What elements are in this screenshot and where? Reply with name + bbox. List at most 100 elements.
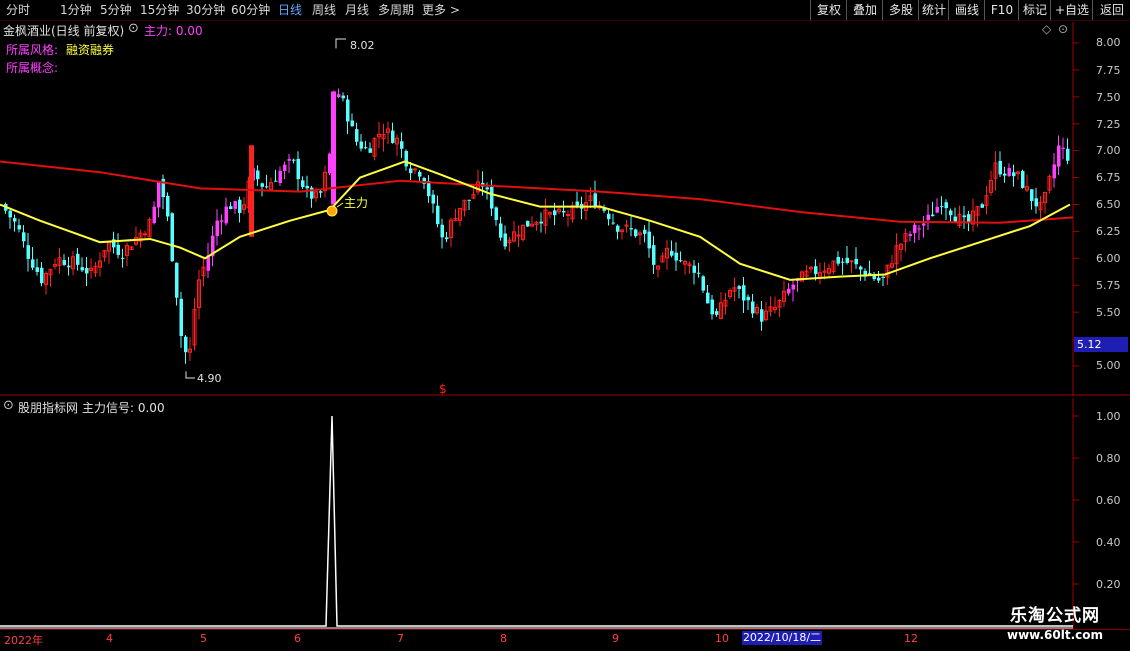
candle-body — [391, 130, 395, 143]
period-tab-fenshi[interactable]: 分时 — [6, 2, 30, 18]
multi-stock-button[interactable]: 多股 — [882, 0, 919, 20]
candle-body — [701, 276, 705, 291]
candle-body — [359, 141, 363, 149]
candle-body — [67, 265, 71, 268]
candle-body — [166, 195, 170, 217]
candle-body — [256, 170, 260, 180]
period-tab-weekly[interactable]: 周线 — [312, 2, 336, 18]
candle-body — [516, 234, 521, 237]
sub-tick: 1.00 — [1096, 410, 1121, 423]
price-tick: 7.25 — [1096, 118, 1121, 131]
candle-body — [224, 206, 228, 224]
candle-body — [152, 206, 156, 224]
candle-body — [319, 191, 323, 193]
candle-body — [931, 214, 935, 217]
candle-body — [418, 172, 422, 177]
candle-body — [35, 267, 39, 272]
candle-body — [944, 202, 948, 209]
candle-body — [328, 153, 332, 174]
candle-body — [566, 214, 570, 217]
candle-body — [526, 220, 530, 227]
period-tab-monthly[interactable]: 月线 — [345, 2, 369, 18]
candle-body — [908, 234, 912, 236]
candle-body — [670, 250, 674, 256]
candle-body — [116, 244, 120, 255]
period-tab-30min[interactable]: 30分钟 — [186, 2, 225, 18]
candle-body — [854, 258, 858, 265]
period-tab-15min[interactable]: 15分钟 — [140, 2, 179, 18]
low-callout-line — [185, 371, 195, 379]
period-tab-daily[interactable]: 日线 — [278, 2, 302, 18]
signal-line — [0, 415, 1073, 627]
candle-body — [679, 260, 683, 262]
candle-body — [697, 272, 701, 274]
candle-body — [845, 257, 849, 263]
add-watchlist-button[interactable]: +自选 — [1050, 0, 1093, 20]
candle-body — [539, 221, 543, 224]
candle-body — [751, 301, 755, 314]
candle-body — [229, 206, 233, 209]
candle-body — [301, 180, 305, 187]
candle-body — [1066, 148, 1070, 161]
candle-body — [404, 150, 408, 167]
candle-body — [692, 265, 696, 273]
period-tab-5min[interactable]: 5分钟 — [100, 2, 132, 18]
period-tab-1min[interactable]: 1分钟 — [60, 2, 92, 18]
period-tab-multi[interactable]: 多周期 — [378, 2, 414, 18]
candle-body — [980, 204, 984, 208]
fuquan-button[interactable]: 复权 — [810, 0, 847, 20]
candle-body — [170, 213, 174, 262]
candle-body — [922, 223, 926, 226]
candle-body — [1061, 147, 1065, 149]
candle-body — [499, 223, 503, 238]
main-candlestick-chart[interactable] — [0, 22, 1130, 396]
candle-body — [1057, 145, 1061, 167]
overlay-button[interactable]: 叠加 — [846, 0, 883, 20]
stats-button[interactable]: 统计 — [918, 0, 949, 20]
candle-body — [1052, 164, 1056, 179]
sub-tick: 0.80 — [1096, 452, 1121, 465]
mark-button[interactable]: 标记 — [1018, 0, 1051, 20]
candle-body — [935, 206, 939, 213]
candle-body — [593, 193, 597, 208]
candle-body — [643, 229, 647, 234]
candle-body — [953, 216, 957, 222]
period-tab-more[interactable]: 更多 > — [422, 2, 460, 18]
candle-body — [121, 257, 125, 259]
candle-body — [715, 311, 719, 315]
candle-body — [836, 256, 840, 264]
sub-tick: 0.40 — [1096, 536, 1121, 549]
draw-line-button[interactable]: 画线 — [948, 0, 985, 20]
candle-body — [849, 260, 854, 263]
candle-body — [611, 222, 615, 224]
back-button[interactable]: 返回 — [1092, 0, 1130, 20]
candle-body — [926, 214, 930, 221]
candle-body — [710, 299, 714, 315]
candle-body — [485, 187, 489, 190]
candle-body — [265, 186, 269, 188]
candle-body — [215, 220, 219, 237]
candle-body — [260, 183, 264, 187]
candle-body — [913, 224, 917, 234]
f10-button[interactable]: F10 — [984, 0, 1019, 20]
candle-body — [80, 267, 84, 271]
price-tick: 7.75 — [1096, 64, 1121, 77]
candle-body — [746, 296, 750, 301]
date-label: 2022年 — [4, 634, 43, 647]
signal-subchart[interactable] — [0, 398, 1130, 630]
price-tick: 6.50 — [1096, 198, 1121, 211]
price-tick: 6.75 — [1096, 171, 1121, 184]
current-price-badge: 5.12 — [1074, 337, 1128, 352]
candle-body — [220, 220, 224, 222]
date-label: 7 — [397, 632, 404, 645]
candle-body — [917, 228, 921, 230]
candle-body — [413, 168, 417, 171]
candle-body — [436, 205, 440, 225]
candle-body — [634, 229, 638, 237]
watermark-url: www.60lt.com — [1006, 628, 1104, 642]
candle-body — [503, 233, 507, 247]
period-tab-60min[interactable]: 60分钟 — [231, 2, 270, 18]
candle-body — [233, 201, 237, 209]
candle-body — [283, 164, 287, 171]
candle-body — [949, 210, 953, 216]
